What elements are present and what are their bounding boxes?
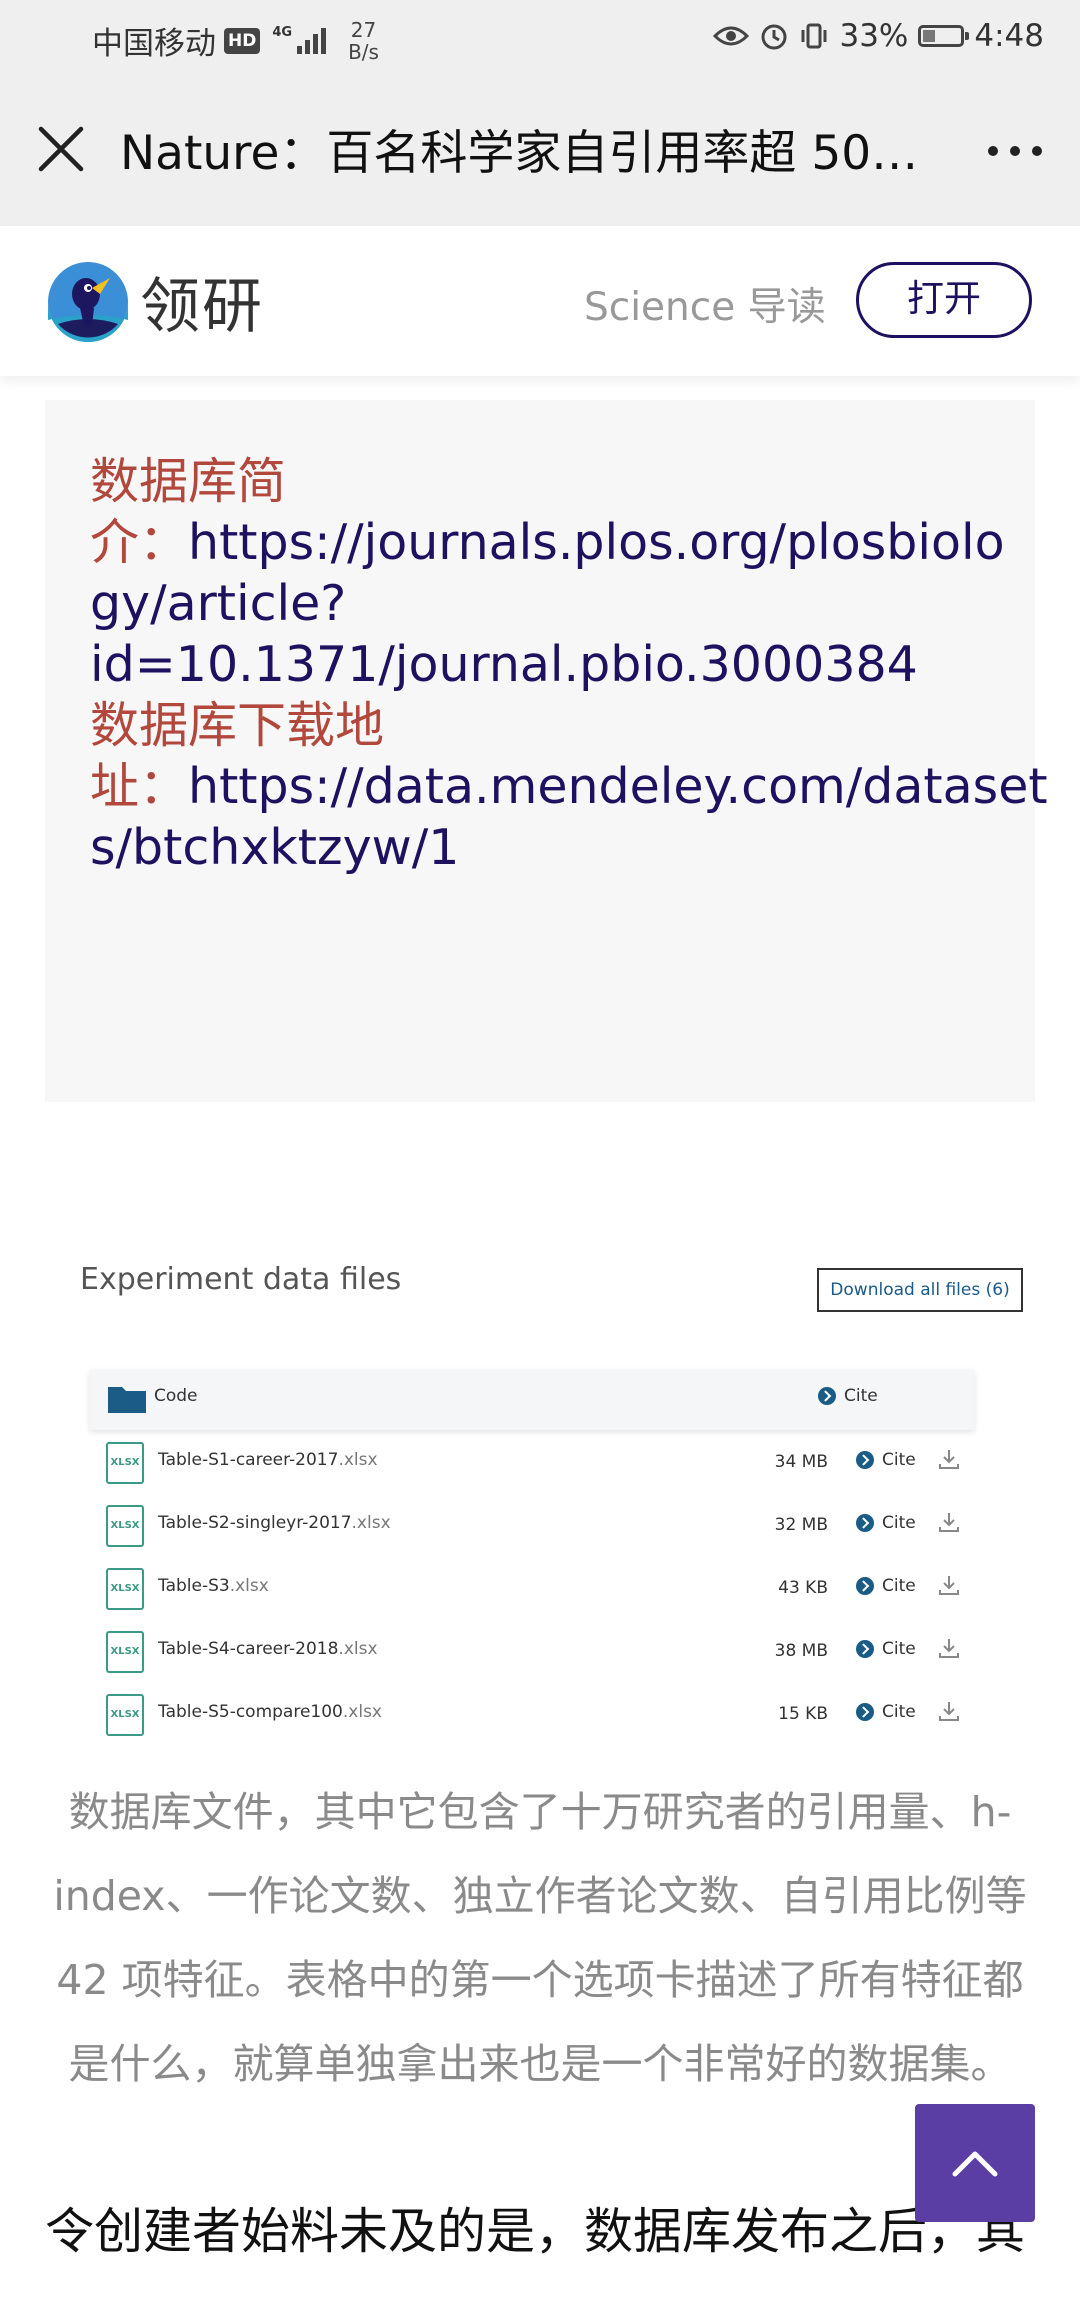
file-name: Table-S5-compare100.xlsx xyxy=(158,1702,382,1722)
download-label-cont: 址： xyxy=(90,758,189,815)
folder-label: Code xyxy=(154,1386,198,1406)
file-row: XLSX Table-S2-singleyr-2017.xlsx 32 MB C… xyxy=(104,1501,964,1551)
download-icon xyxy=(939,1639,959,1658)
status-left: 中国移动 HD 4G 27 B/s xyxy=(92,18,379,63)
xlsx-file-icon: XLSX xyxy=(106,1442,144,1484)
battery-icon xyxy=(918,25,970,47)
download-all-button: Download all files (6) xyxy=(817,1268,1023,1312)
intro-label: 数据库简 xyxy=(90,453,287,510)
file-cite: Cite xyxy=(856,1450,916,1470)
app-banner: 领研 Science 导读 打开 xyxy=(0,226,1080,376)
app-name: 领研 xyxy=(140,272,264,342)
cite-icon xyxy=(856,1703,874,1721)
folder-icon xyxy=(108,1387,146,1413)
xlsx-file-icon: XLSX xyxy=(106,1568,144,1610)
download-line-1: 数据库下载地 xyxy=(90,696,384,756)
file-row: XLSX Table-S4-career-2018.xlsx 38 MB Cit… xyxy=(104,1627,964,1677)
description-line: 是什么，就算单独拿出来也是一个非常好的数据集。 xyxy=(68,2040,1012,2088)
description-line: 数据库文件，其中它包含了十万研究者的引用量、h- xyxy=(68,1788,1012,1836)
intro-link-cont-1[interactable]: gy/article? xyxy=(90,574,346,634)
cite-label: Cite xyxy=(844,1386,878,1406)
embed-title: Experiment data files xyxy=(80,1262,402,1297)
intro-link-cont-2[interactable]: id=10.1371/journal.pbio.3000384 xyxy=(90,635,918,695)
hd-icon: HD xyxy=(224,27,261,54)
intro-link[interactable]: https://journals.plos.org/plosbiolo xyxy=(188,514,1005,571)
download-link-cont[interactable]: s/btchxktzyw/1 xyxy=(90,818,459,878)
download-icon xyxy=(939,1576,959,1595)
close-icon[interactable] xyxy=(36,124,86,174)
network-speed: 27 B/s xyxy=(348,19,379,63)
xlsx-file-icon: XLSX xyxy=(106,1694,144,1736)
file-size: 15 KB xyxy=(778,1704,828,1724)
intro-line-2: 介：https://journals.plos.org/plosbiolo xyxy=(90,513,1005,573)
open-app-button[interactable]: 打开 xyxy=(856,262,1032,338)
chevron-up-icon xyxy=(952,2151,998,2177)
file-cite: Cite xyxy=(856,1702,916,1722)
app-logo-icon xyxy=(48,261,128,342)
signal-icon: 4G xyxy=(272,24,327,54)
file-name: Table-S2-singleyr-2017.xlsx xyxy=(158,1513,391,1533)
page-title: Nature：百名科学家自引用率超 50%… xyxy=(120,126,920,181)
cite-icon xyxy=(818,1387,836,1405)
download-link[interactable]: https://data.mendeley.com/dataset xyxy=(188,758,1048,815)
cite-icon xyxy=(856,1640,874,1658)
description-line: index、一作论文数、独立作者论文数、自引用比例等 xyxy=(53,1872,1027,1920)
more-options-icon[interactable] xyxy=(988,146,1042,156)
eye-icon xyxy=(713,26,750,46)
title-bar: Nature：百名科学家自引用率超 50%… xyxy=(0,80,1080,226)
intro-label-cont: 介： xyxy=(90,514,189,571)
file-name: Table-S4-career-2018.xlsx xyxy=(158,1639,378,1659)
cite-icon xyxy=(856,1577,874,1595)
battery-percent: 33% xyxy=(839,18,909,54)
vibrate-icon xyxy=(801,23,827,49)
speed-unit: B/s xyxy=(348,39,379,64)
clock: 4:48 xyxy=(974,18,1044,54)
xlsx-file-icon: XLSX xyxy=(106,1631,144,1673)
file-row: XLSX Table-S1-career-2017.xlsx 34 MB Cit… xyxy=(104,1438,964,1488)
cite-icon xyxy=(856,1451,874,1469)
back-to-top-button[interactable] xyxy=(915,2104,1035,2222)
file-size: 34 MB xyxy=(774,1452,828,1472)
file-cite: Cite xyxy=(856,1513,916,1533)
file-size: 43 KB xyxy=(778,1578,828,1598)
download-label: 数据库下载地 xyxy=(90,697,385,754)
file-cite: Cite xyxy=(856,1576,916,1596)
status-right: 33% 4:48 xyxy=(713,18,1044,54)
network-type: 4G xyxy=(272,24,293,40)
folder-cite: Cite xyxy=(818,1386,878,1406)
file-cite: Cite xyxy=(856,1639,916,1659)
file-size: 38 MB xyxy=(774,1641,828,1661)
status-bar: 中国移动 HD 4G 27 B/s 33% 4:48 xyxy=(0,0,1080,80)
database-info-box: 数据库简 介：https://journals.plos.org/plosbio… xyxy=(45,400,1048,1102)
intro-line-1: 数据库简 xyxy=(90,452,286,512)
download-line-2: 址：https://data.mendeley.com/dataset xyxy=(90,757,1048,817)
download-icon xyxy=(939,1702,959,1721)
file-row: XLSX Table-S5-compare100.xlsx 15 KB Cite xyxy=(104,1690,964,1740)
file-size: 32 MB xyxy=(774,1515,828,1535)
speed-value: 27 xyxy=(350,17,377,42)
cite-icon xyxy=(856,1514,874,1532)
file-name: Table-S1-career-2017.xlsx xyxy=(158,1450,378,1470)
file-row: XLSX Table-S3.xlsx 43 KB Cite xyxy=(104,1564,964,1614)
file-name: Table-S3.xlsx xyxy=(158,1576,269,1596)
download-icon xyxy=(939,1450,959,1469)
next-paragraph: 令创建者始料未及的是，数据库发布之后，其 xyxy=(45,2203,1026,2260)
download-icon xyxy=(939,1513,959,1532)
code-folder-row: Code Cite xyxy=(90,1370,974,1430)
description-line: 42 项特征。表格中的第一个选项卡描述了所有特征都 xyxy=(56,1956,1024,2004)
xlsx-file-icon: XLSX xyxy=(106,1505,144,1547)
carrier-name: 中国移动 xyxy=(92,26,216,62)
banner-subtitle: Science 导读 xyxy=(584,285,826,330)
alarm-icon xyxy=(761,24,787,50)
app-logo: 领研 xyxy=(46,258,264,345)
